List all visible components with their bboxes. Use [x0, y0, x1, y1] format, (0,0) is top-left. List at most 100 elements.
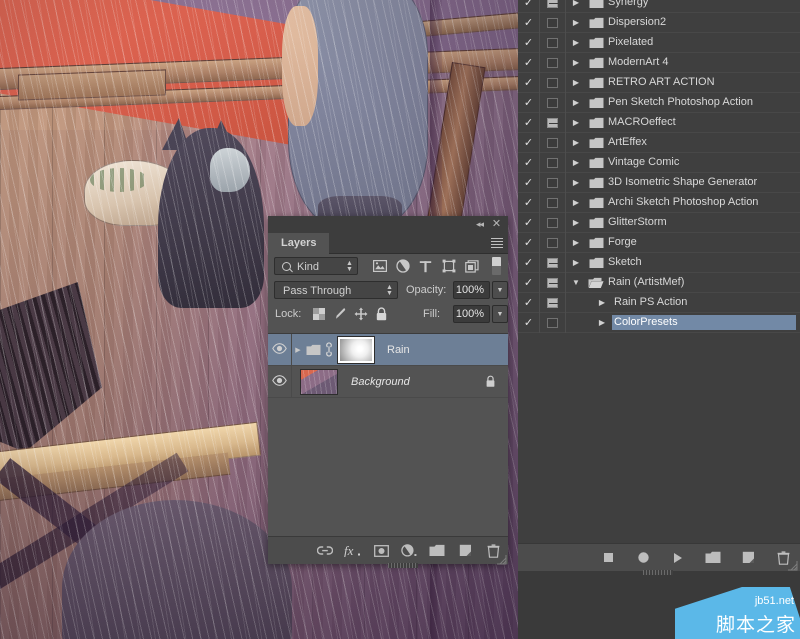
action-name[interactable]: RETRO ART ACTION — [606, 75, 796, 90]
chevron-right-icon[interactable]: ▶ — [592, 318, 612, 327]
link-icon[interactable] — [322, 342, 336, 357]
action-dialog-toggle[interactable] — [540, 173, 566, 193]
layers-panel-resize-grip[interactable] — [496, 552, 507, 563]
chevron-right-icon[interactable]: ▶ — [566, 218, 586, 227]
lock-position-icon[interactable] — [353, 306, 368, 321]
layer-name[interactable]: Rain — [387, 344, 410, 356]
begin-recording-button[interactable] — [634, 549, 652, 567]
action-row[interactable]: ✓▶Rain PS Action — [518, 293, 800, 313]
pixel-layers-icon[interactable] — [368, 257, 391, 275]
chevron-right-icon[interactable]: ▶ — [566, 258, 586, 267]
new-layer-button[interactable] — [456, 542, 474, 560]
chevron-right-icon[interactable]: ▶ — [566, 238, 586, 247]
action-dialog-toggle[interactable] — [540, 293, 566, 313]
new-fill-adjustment-layer-button[interactable] — [400, 542, 418, 560]
chevron-down-icon[interactable]: ▼ — [566, 278, 586, 287]
new-group-button[interactable] — [428, 542, 446, 560]
action-row[interactable]: ✓▶3D Isometric Shape Generator — [518, 173, 800, 193]
actions-panel-drag-grip[interactable] — [643, 570, 673, 575]
action-dialog-toggle[interactable] — [540, 53, 566, 73]
action-enabled-checkbox[interactable]: ✓ — [518, 253, 540, 273]
layer-visibility-toggle[interactable] — [268, 366, 292, 398]
action-row[interactable]: ✓ ▶ColorPresets — [518, 313, 800, 333]
action-name[interactable]: Forge — [606, 235, 796, 250]
fill-input[interactable]: 100% — [453, 305, 490, 323]
action-row[interactable]: ✓▶ModernArt 4 — [518, 53, 800, 73]
chevron-right-icon[interactable]: ▶ — [566, 118, 586, 127]
action-name[interactable]: Sketch — [606, 255, 796, 270]
action-name[interactable]: GlitterStorm — [606, 215, 796, 230]
play-selection-button[interactable] — [669, 549, 687, 567]
chevron-right-icon[interactable]: ▶ — [566, 0, 586, 7]
chevron-right-icon[interactable]: ▶ — [566, 58, 586, 67]
layer-row[interactable]: Background — [268, 366, 508, 398]
action-dialog-toggle[interactable] — [540, 313, 566, 333]
action-row[interactable]: ✓▶Vintage Comic — [518, 153, 800, 173]
chevron-right-icon[interactable]: ▶ — [566, 38, 586, 47]
action-row[interactable]: ✓▶Pixelated — [518, 33, 800, 53]
action-enabled-checkbox[interactable]: ✓ — [518, 233, 540, 253]
chevron-right-icon[interactable]: ▶ — [566, 98, 586, 107]
layer-mask-thumbnail[interactable] — [338, 337, 374, 363]
layers-panel-titlebar[interactable]: ◂◂ ✕ — [268, 216, 508, 233]
action-name[interactable]: Pen Sketch Photoshop Action — [606, 95, 796, 110]
action-dialog-toggle[interactable] — [540, 273, 566, 293]
action-dialog-toggle[interactable] — [540, 73, 566, 93]
action-name[interactable]: Archi Sketch Photoshop Action — [606, 195, 796, 210]
action-row[interactable]: ✓▶GlitterStorm — [518, 213, 800, 233]
action-enabled-checkbox[interactable]: ✓ — [518, 173, 540, 193]
type-layers-icon[interactable] — [414, 257, 437, 275]
stop-recording-button[interactable] — [599, 549, 617, 567]
fill-dropdown-button[interactable]: ▼ — [492, 305, 508, 323]
action-dialog-toggle[interactable] — [540, 13, 566, 33]
action-enabled-checkbox[interactable]: ✓ — [518, 313, 540, 333]
close-icon[interactable]: ✕ — [490, 218, 503, 231]
action-row[interactable]: ✓ ▶ Forge — [518, 233, 800, 253]
layer-style-button[interactable]: fx — [344, 542, 362, 560]
action-name[interactable]: ColorPresets — [612, 315, 796, 330]
action-row[interactable]: ✓▶Pen Sketch Photoshop Action — [518, 93, 800, 113]
smart-object-layers-icon[interactable] — [460, 257, 483, 275]
action-enabled-checkbox[interactable]: ✓ — [518, 193, 540, 213]
action-dialog-toggle[interactable] — [540, 253, 566, 273]
action-enabled-checkbox[interactable]: ✓ — [518, 13, 540, 33]
lock-transparent-pixels-icon[interactable] — [311, 306, 326, 321]
shape-layers-icon[interactable] — [437, 257, 460, 275]
action-dialog-toggle[interactable] — [540, 153, 566, 173]
action-name[interactable]: Dispersion2 — [606, 15, 796, 30]
action-dialog-toggle[interactable] — [540, 93, 566, 113]
layer-list[interactable]: ▶RainBackground — [268, 333, 508, 536]
chevron-right-icon[interactable]: ▶ — [566, 138, 586, 147]
action-name[interactable]: Rain (ArtistMef) — [606, 275, 796, 290]
add-layer-mask-button[interactable] — [372, 542, 390, 560]
layers-panel-drag-grip[interactable] — [388, 563, 418, 568]
action-dialog-toggle[interactable] — [540, 213, 566, 233]
adjustment-layers-icon[interactable] — [391, 257, 414, 275]
action-row[interactable]: ✓▼Rain (ArtistMef) — [518, 273, 800, 293]
action-enabled-checkbox[interactable]: ✓ — [518, 153, 540, 173]
action-enabled-checkbox[interactable]: ✓ — [518, 73, 540, 93]
layer-visibility-toggle[interactable] — [268, 334, 292, 366]
action-name[interactable]: ModernArt 4 — [606, 55, 796, 70]
action-enabled-checkbox[interactable]: ✓ — [518, 113, 540, 133]
panel-menu-icon[interactable] — [491, 238, 503, 249]
layer-row[interactable]: ▶Rain — [268, 334, 508, 366]
opacity-input[interactable]: 100% — [453, 281, 490, 299]
action-dialog-toggle[interactable] — [540, 233, 566, 253]
actions-panel-resize-grip[interactable] — [787, 558, 798, 569]
tab-layers[interactable]: Layers — [268, 233, 329, 254]
action-dialog-toggle[interactable] — [540, 0, 566, 13]
action-name[interactable]: MACROeffect — [606, 115, 796, 130]
link-layers-button[interactable] — [316, 542, 334, 560]
filter-enable-toggle[interactable] — [492, 257, 501, 275]
chevron-right-icon[interactable]: ▶ — [566, 18, 586, 27]
action-name[interactable]: Synergy — [606, 0, 796, 10]
chevron-right-icon[interactable]: ▶ — [566, 198, 586, 207]
layer-thumbnail[interactable] — [300, 369, 338, 395]
action-dialog-toggle[interactable] — [540, 113, 566, 133]
chevron-right-icon[interactable]: ▶ — [566, 178, 586, 187]
action-enabled-checkbox[interactable]: ✓ — [518, 33, 540, 53]
opacity-dropdown-button[interactable]: ▼ — [492, 281, 508, 299]
actions-list[interactable]: ✓▶Synergy✓▶Dispersion2✓▶Pixelated✓▶Moder… — [518, 0, 800, 530]
chevron-right-icon[interactable]: ▶ — [592, 298, 612, 307]
